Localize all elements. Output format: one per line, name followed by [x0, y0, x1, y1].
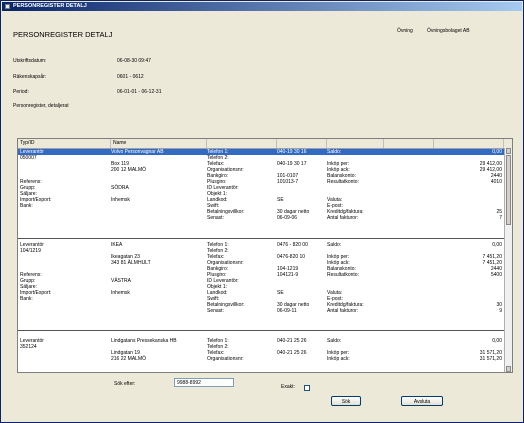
- saldo-label: Saldo:: [327, 338, 342, 344]
- report-title: PERSONREGISTER DETALJ: [13, 30, 113, 39]
- last-date-value: 06-09-06: [277, 215, 298, 221]
- bank-label: Bank:: [20, 203, 33, 209]
- print-date-value: 06-08-30 09:47: [117, 58, 151, 64]
- column-header[interactable]: [384, 139, 434, 148]
- invoice-count-value: 7: [499, 215, 502, 221]
- exact-label: Exakt:: [281, 384, 295, 390]
- record-id: 050007: [20, 155, 37, 161]
- last-date-label: Senast:: [207, 308, 224, 314]
- dialog-window: PERSONREGISTER DETALJ PERSONREGISTER DET…: [0, 0, 524, 423]
- address-line2: 343 81 ÄLMHULT: [111, 260, 151, 266]
- period-label: Period:: [13, 89, 29, 95]
- column-header[interactable]: [434, 139, 504, 148]
- group-value: SÖDRA: [111, 185, 129, 191]
- record-name: IKEA: [111, 242, 123, 248]
- company-name: Övningsbolaget AB: [427, 28, 470, 34]
- saldo-value: 0,00: [492, 338, 502, 344]
- tel1-value: 040-19 30 16: [277, 149, 307, 155]
- tel1-value: 0476 - 820 00: [277, 242, 308, 248]
- close-button[interactable]: Avsluta: [401, 396, 443, 406]
- fiscal-year-value: 0601 - 0612: [117, 74, 144, 80]
- print-date-label: Utskriftsdatum:: [13, 58, 47, 64]
- record-id: 352124: [20, 344, 37, 350]
- result-account-value: 5400: [490, 272, 502, 278]
- company-label: Övning: [397, 28, 413, 34]
- search-button[interactable]: Sök: [331, 396, 361, 406]
- fiscal-year-label: Räkenskapsår:: [13, 74, 47, 80]
- record-name: Volvo Personvagnar AB: [111, 149, 164, 155]
- result-account-value: 4010: [490, 179, 502, 185]
- scroll-down-arrow-icon[interactable]: [506, 366, 511, 372]
- country-code-value: SE: [277, 290, 284, 296]
- column-header-type[interactable]: Typ/ID: [18, 139, 111, 148]
- fax-value: 040-21 25 26: [277, 350, 307, 356]
- import-export-value: Inhemsk: [111, 290, 130, 296]
- fax-value: 040-19 30 17: [277, 161, 307, 167]
- invoice-count-label: Antal fakturor:: [327, 308, 359, 314]
- report-header: PERSONREGISTER DETALJ Övning Övningsbola…: [6, 16, 516, 116]
- scroll-thumb[interactable]: [506, 155, 511, 225]
- record-separator: [18, 238, 504, 239]
- selected-row-highlight: [18, 149, 504, 155]
- import-export-value: Inhemsk: [111, 197, 130, 203]
- bank-label: Bank:: [20, 296, 33, 302]
- record-name: Lindgatans Pressekanska HB: [111, 338, 177, 344]
- address-line2: 216 22 MALMÖ: [111, 356, 147, 362]
- search-input[interactable]: 9988-8992: [174, 378, 234, 387]
- period-value: 06-01-01 - 06-12-31: [117, 89, 162, 95]
- exact-checkbox[interactable]: [304, 385, 310, 391]
- last-date-label: Senast:: [207, 215, 224, 221]
- saldo-label: Saldo:: [327, 242, 342, 248]
- grid-header: Typ/ID Name: [18, 139, 512, 149]
- app-icon: [5, 4, 10, 9]
- tel1-value: 040-21 25 26: [277, 338, 307, 344]
- vertical-scrollbar[interactable]: [504, 148, 512, 372]
- last-date-value: 06-09-11: [277, 308, 297, 314]
- result-account-label: Resultatkonto:: [327, 179, 359, 185]
- title-bar[interactable]: PERSONREGISTER DETALJ: [2, 2, 522, 11]
- invoice-count-label: Antal fakturor:: [327, 215, 359, 221]
- group-value: VÄSTRA: [111, 278, 132, 284]
- purchase-acc-value: 31 571,20: [479, 356, 502, 362]
- purchase-acc-label: Inköp ack:: [327, 356, 350, 362]
- address-line2: 200 12 MALMÖ: [111, 167, 147, 173]
- country-code-value: SE: [277, 197, 284, 203]
- report-subtitle: Personregister, detaljerat: [13, 103, 69, 109]
- search-label: Sök efter:: [114, 381, 136, 387]
- result-account-label: Resultatkonto:: [327, 272, 359, 278]
- person-register-grid[interactable]: Typ/ID Name Leverantör Volvo Personvagna…: [17, 138, 513, 373]
- scroll-up-arrow-icon[interactable]: [506, 148, 511, 154]
- invoice-count-value: 9: [499, 308, 502, 314]
- column-header[interactable]: [327, 139, 384, 148]
- org-label: Organisationsnr:: [207, 356, 244, 362]
- saldo-value: 0,00: [492, 149, 502, 155]
- plusgiro-value: 101013-7: [277, 179, 299, 185]
- record-separator: [18, 330, 504, 331]
- saldo-label: Saldo:: [327, 149, 342, 155]
- column-header-name[interactable]: Name: [111, 139, 207, 148]
- plusgiro-value: 104121-9: [277, 272, 299, 278]
- column-header[interactable]: [277, 139, 327, 148]
- saldo-value: 0,00: [492, 242, 502, 248]
- fax-value: 0476-820 10: [277, 254, 306, 260]
- window-title: PERSONREGISTER DETALJ: [13, 3, 87, 9]
- record-id: 104/1219: [20, 248, 41, 254]
- column-header[interactable]: [207, 139, 277, 148]
